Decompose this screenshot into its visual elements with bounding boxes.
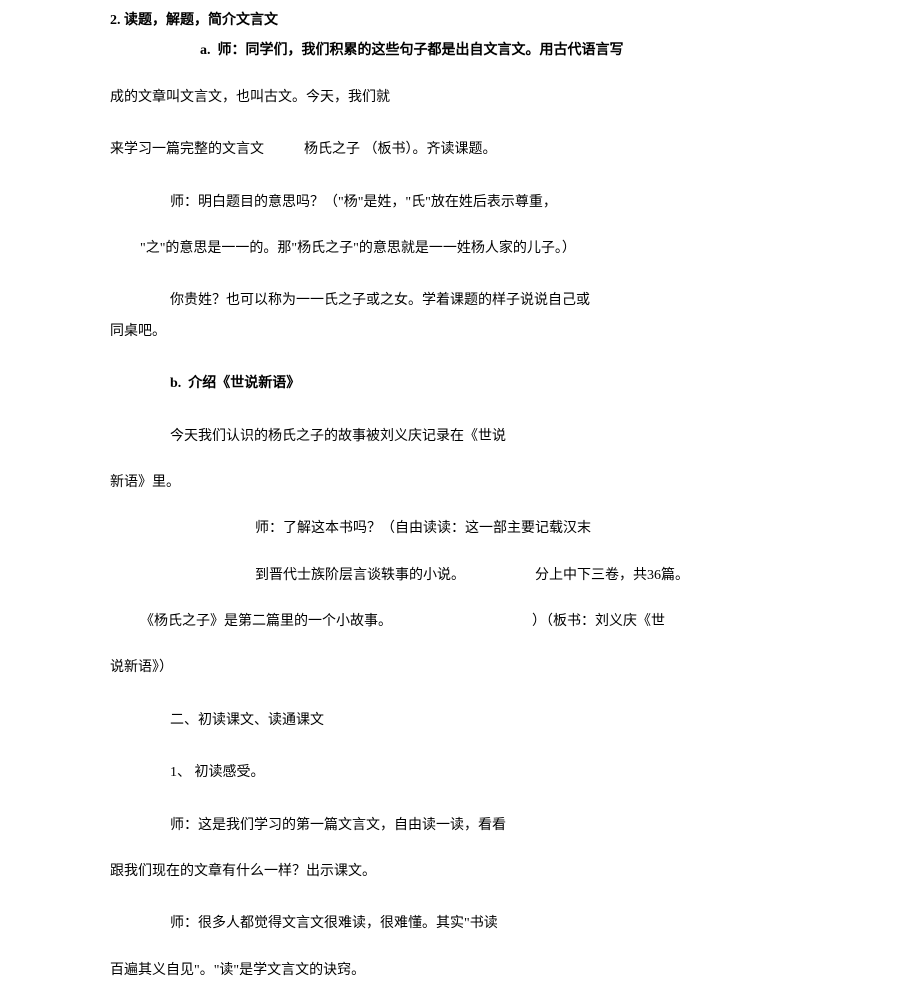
text-line: 到晋代士族阶层言谈轶事的小说。 分上中下三卷，共36篇。	[110, 565, 810, 587]
text-line: 跟我们现在的文章有什么一样？出示课文。	[110, 861, 810, 883]
text-segment: 《杨氏之子》是第二篇里的一个小故事。	[140, 614, 392, 629]
text-line: 师：明白题目的意思吗？（"杨"是姓，"氏"放在姓后表示尊重，	[110, 192, 810, 214]
text-line: "之"的意思是一一的。那"杨氏之子"的意思就是一一姓杨人家的儿子。）	[110, 238, 810, 260]
text-line: 师：很多人都觉得文言文很难读，很难懂。其实"书读	[110, 913, 810, 935]
text-line: 说新语》）	[110, 657, 810, 679]
text-segment: 到晋代士族阶层言谈轶事的小说。	[255, 568, 465, 583]
text-segment: ）（板书：刘义庆《世	[532, 614, 665, 629]
text-line: 同桌吧。	[110, 321, 810, 343]
text-line: 你贵姓？也可以称为一一氏之子或之女。学着课题的样子说说自己或	[110, 290, 810, 312]
sub-1-heading: 1、 初读感受。	[110, 762, 810, 784]
sub-b-heading: b. 介绍《世说新语》	[110, 373, 810, 395]
text-segment: 杨氏之子 （板书）。齐读课题。	[304, 142, 497, 157]
text-line: 师：这是我们学习的第一篇文言文，自由读一读，看看	[110, 815, 810, 837]
text-line: 百遍其义自见"。"读"是学文言文的诀窍。	[110, 960, 810, 982]
text-line: 《杨氏之子》是第二篇里的一个小故事。 ）（板书：刘义庆《世	[110, 611, 810, 633]
text-segment: 来学习一篇完整的文言文	[110, 142, 264, 157]
text-line: 师：了解这本书吗？（自由读读：这一部主要记载汉末	[110, 518, 810, 540]
text-line: 新语》里。	[110, 472, 810, 494]
text-line: 来学习一篇完整的文言文 杨氏之子 （板书）。齐读课题。	[110, 139, 810, 161]
text-line: 今天我们认识的杨氏之子的故事被刘义庆记录在《世说	[110, 426, 810, 448]
text-segment: 分上中下三卷，共36篇。	[535, 568, 689, 583]
sub-a-line1: a. 师：同学们，我们积累的这些句子都是出自文言文。用古代语言写	[110, 40, 810, 62]
section-2-heading: 二、初读课文、读通课文	[110, 710, 810, 732]
heading-2: 2. 读题，解题，简介文言文	[110, 10, 810, 32]
text-line: 成的文章叫文言文，也叫古文。今天，我们就	[110, 87, 810, 109]
